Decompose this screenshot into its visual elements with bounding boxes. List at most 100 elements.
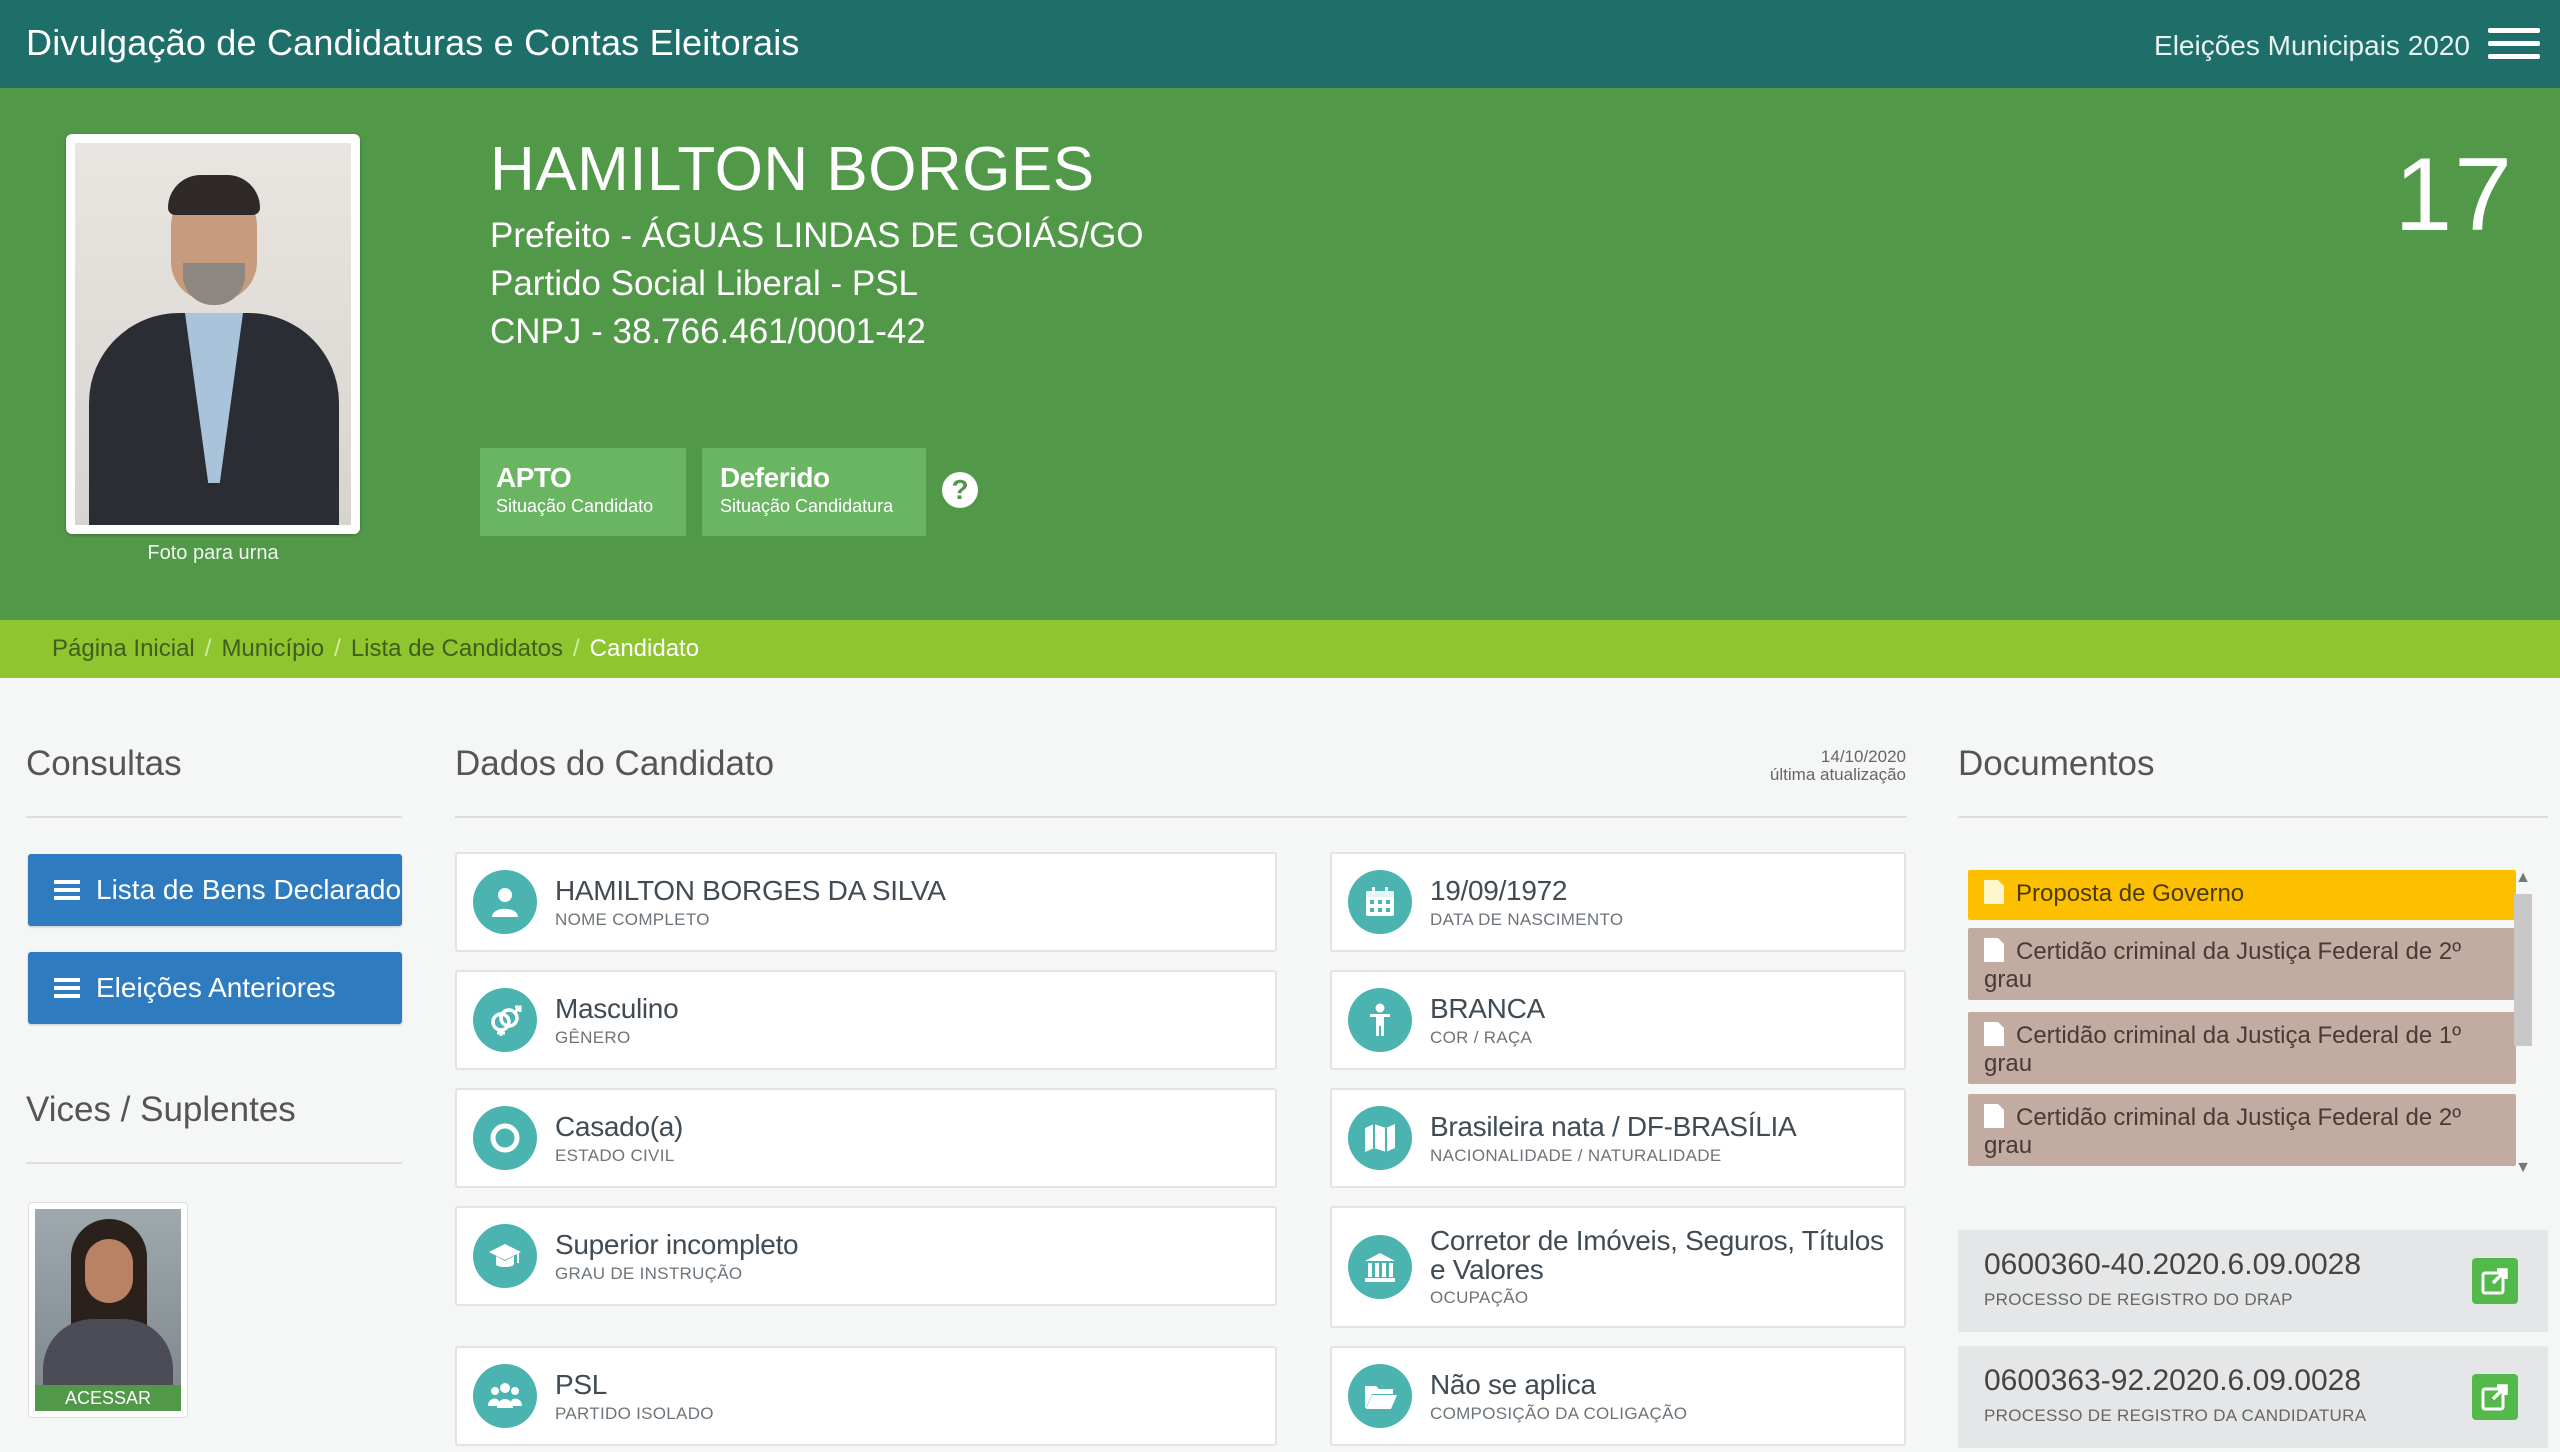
eleicoes-anteriores-label: Eleições Anteriores (96, 972, 336, 1003)
lista-bens-button[interactable]: Lista de Bens Declarados (28, 854, 402, 926)
menu-icon[interactable] (2488, 26, 2540, 62)
documents-list[interactable]: Proposta de Governo Certidão criminal da… (1958, 862, 2538, 1184)
consultas-divider (26, 816, 402, 818)
document-icon (1984, 938, 2004, 962)
candidate-number: 17 (2394, 137, 2514, 253)
top-bar: Divulgação de Candidaturas e Contas Elei… (0, 0, 2560, 88)
breadcrumb-current: Candidato (589, 635, 700, 662)
field-value: PSL (555, 1369, 608, 1400)
field-value: Não se aplica (1430, 1369, 1596, 1400)
process-candidatura[interactable]: 0600363-92.2020.6.09.0028 PROCESSO DE RE… (1958, 1346, 2548, 1448)
scroll-thumb[interactable] (2514, 894, 2532, 1046)
document-item[interactable]: Proposta de Governo (1968, 870, 2516, 920)
status-candidacy-value: Deferido (720, 462, 830, 493)
institution-icon (1348, 1235, 1412, 1299)
vices-divider (26, 1162, 402, 1164)
status-candidate-badge: APTO Situação Candidato (480, 448, 686, 536)
field-value: HAMILTON BORGES DA SILVA (555, 875, 946, 906)
field-label: NACIONALIDADE / NATURALIDADE (1430, 1146, 1722, 1165)
vice-photo (35, 1209, 181, 1409)
candidate-photo (66, 134, 360, 534)
document-icon (1984, 1104, 2004, 1128)
calendar-icon (1348, 870, 1412, 934)
document-icon (1984, 1022, 2004, 1046)
breadcrumb-separator: / (334, 635, 341, 662)
status-candidacy-label: Situação Candidatura (720, 496, 894, 516)
vices-title: Vices / Suplentes (26, 1090, 296, 1129)
documents-scrollbar[interactable]: ▲ ▼ (2510, 862, 2536, 1182)
photo-caption: Foto para urna (147, 542, 279, 564)
field-nome-completo: HAMILTON BORGES DA SILVA NOME COMPLETO (455, 852, 1277, 952)
document-label: Certidão criminal da Justiça Federal de … (1984, 1104, 2461, 1159)
breadcrumb-home[interactable]: Página Inicial (52, 635, 195, 662)
eleicoes-anteriores-button[interactable]: Eleições Anteriores (28, 952, 402, 1024)
process-label: PROCESSO DE REGISTRO DO DRAP (1984, 1290, 2293, 1309)
document-label: Certidão criminal da Justiça Federal de … (1984, 938, 2461, 993)
dados-title: Dados do Candidato (455, 744, 775, 783)
map-icon (1348, 1106, 1412, 1170)
document-item[interactable]: Certidão criminal da Justiça Federal de … (1968, 1012, 2516, 1084)
documentos-divider (1958, 816, 2548, 818)
breadcrumb-separator: / (572, 635, 580, 662)
process-number: 0600360-40.2020.6.09.0028 (1984, 1248, 2362, 1281)
field-grau-instrucao: Superior incompleto GRAU DE INSTRUÇÃO (455, 1206, 1277, 1306)
field-label: ESTADO CIVIL (555, 1146, 675, 1165)
help-icon[interactable]: ? (942, 472, 978, 508)
breadcrumb-municipio[interactable]: Município (221, 635, 324, 662)
figure-icon (1348, 988, 1412, 1052)
field-value: Superior incompleto (555, 1229, 799, 1260)
vice-card[interactable]: ACESSAR (28, 1202, 188, 1418)
external-link-icon[interactable] (2472, 1374, 2518, 1420)
field-value: BRANCA (1430, 993, 1545, 1024)
field-genero: Masculino GÊNERO (455, 970, 1277, 1070)
field-value: Masculino (555, 993, 679, 1024)
status-candidate-label: Situação Candidato (496, 496, 654, 516)
document-icon (1984, 880, 2004, 904)
app-title[interactable]: Divulgação de Candidaturas e Contas Elei… (26, 22, 800, 64)
candidate-party: Partido Social Liberal - PSL (490, 264, 918, 303)
election-label: Eleições Municipais 2020 (2154, 30, 2470, 61)
field-label: GRAU DE INSTRUÇÃO (555, 1264, 743, 1283)
last-update-date: 14/10/2020 (1820, 747, 1906, 766)
last-update: 14/10/2020 última atualização (1700, 748, 1906, 784)
group-icon (473, 1364, 537, 1428)
consultas-title: Consultas (26, 744, 182, 783)
ring-icon (473, 1106, 537, 1170)
field-nacionalidade: Brasileira nata / DF-BRASÍLIA NACIONALID… (1330, 1088, 1906, 1188)
field-ocupacao: Corretor de Imóveis, Seguros, Títulos e … (1330, 1206, 1906, 1328)
field-label: OCUPAÇÃO (1430, 1288, 1529, 1307)
field-label: COMPOSIÇÃO DA COLIGAÇÃO (1430, 1404, 1688, 1423)
document-item[interactable]: Certidão criminal da Justiça Federal de … (1968, 1094, 2516, 1166)
field-coligacao: Não se aplica COMPOSIÇÃO DA COLIGAÇÃO (1330, 1346, 1906, 1446)
status-candidacy-badge: Deferido Situação Candidatura (702, 448, 926, 536)
process-drap[interactable]: 0600360-40.2020.6.09.0028 PROCESSO DE RE… (1958, 1230, 2548, 1332)
field-value: Corretor de Imóveis, Seguros, Títulos e … (1430, 1225, 1884, 1285)
documentos-title: Documentos (1958, 744, 2155, 783)
document-item[interactable]: Certidão criminal da Justiça Federal de … (1968, 928, 2516, 1000)
field-value: Brasileira nata / DF-BRASÍLIA (1430, 1111, 1797, 1142)
gender-icon (473, 988, 537, 1052)
field-label: COR / RAÇA (1430, 1028, 1533, 1047)
process-number: 0600363-92.2020.6.09.0028 (1984, 1364, 2362, 1397)
dados-divider (455, 816, 1907, 818)
vice-access-button[interactable]: ACESSAR (35, 1385, 181, 1411)
external-link-icon[interactable] (2472, 1258, 2518, 1304)
field-label: PARTIDO ISOLADO (555, 1404, 714, 1423)
document-label: Certidão criminal da Justiça Federal de … (1984, 1022, 2461, 1077)
field-value: Casado(a) (555, 1111, 684, 1142)
field-estado-civil: Casado(a) ESTADO CIVIL (455, 1088, 1277, 1188)
breadcrumb-separator: / (204, 635, 212, 662)
last-update-label: última atualização (1769, 765, 1906, 784)
field-value: 19/09/1972 (1430, 875, 1568, 906)
scroll-down-icon[interactable]: ▼ (2514, 1158, 2532, 1178)
scroll-up-icon[interactable]: ▲ (2514, 868, 2532, 888)
breadcrumb-lista-candidatos[interactable]: Lista de Candidatos (351, 635, 563, 662)
candidate-office: Prefeito - ÁGUAS LINDAS DE GOIÁS/GO (490, 216, 1144, 255)
field-label: NOME COMPLETO (555, 910, 710, 929)
candidate-cnpj: CNPJ - 38.766.461/0001-42 (490, 312, 926, 351)
process-label: PROCESSO DE REGISTRO DA CANDIDATURA (1984, 1406, 2367, 1425)
document-label: Proposta de Governo (2016, 880, 2245, 907)
candidate-header: Foto para urna HAMILTON BORGES Prefeito … (0, 88, 2560, 620)
field-partido: PSL PARTIDO ISOLADO (455, 1346, 1277, 1446)
breadcrumb: Página Inicial / Município / Lista de Candid… (0, 620, 2560, 678)
